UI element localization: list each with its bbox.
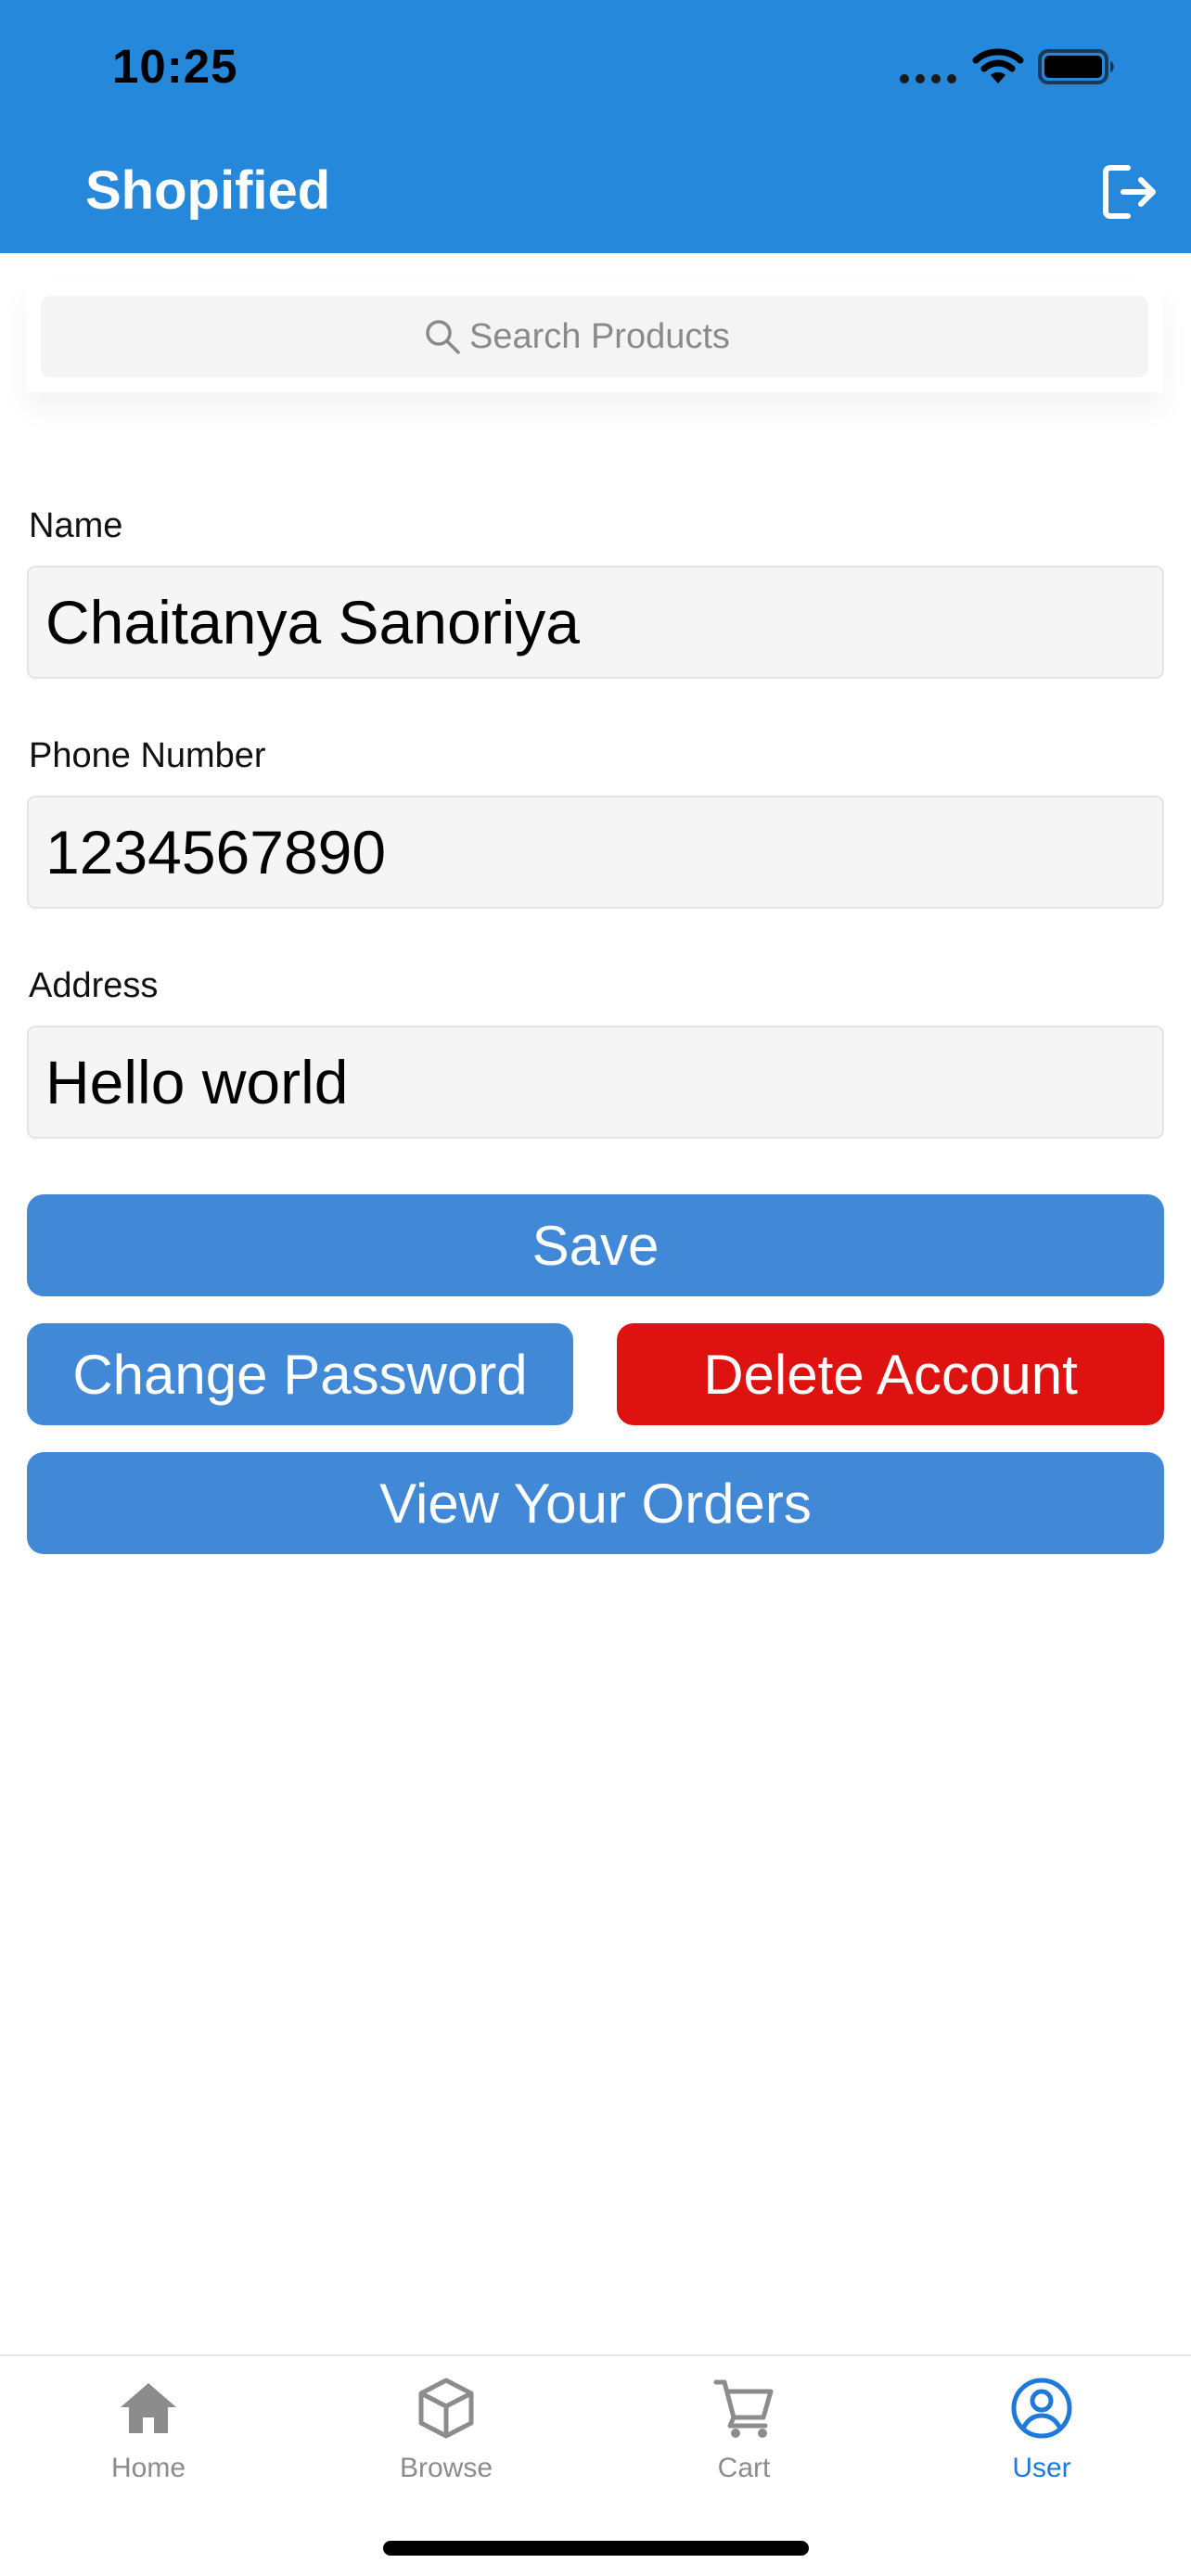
tab-user[interactable]: User [930, 2375, 1153, 2514]
name-label: Name [29, 506, 123, 545]
view-orders-button[interactable]: View Your Orders [27, 1452, 1164, 1554]
logout-icon[interactable] [1098, 161, 1159, 223]
change-password-button[interactable]: Change Password [27, 1323, 573, 1425]
tab-home-label: Home [110, 2453, 186, 2483]
delete-account-button[interactable]: Delete Account [617, 1323, 1164, 1425]
tab-home[interactable]: Home [37, 2375, 260, 2514]
app-screen: 10:25 Shopified Nam [0, 0, 1191, 2576]
search-input[interactable] [469, 316, 766, 357]
name-field[interactable] [45, 587, 1162, 657]
tab-browse[interactable]: Browse [335, 2375, 557, 2514]
cart-icon [713, 2379, 774, 2438]
cube-icon [418, 2378, 474, 2439]
user-icon [1011, 2378, 1072, 2439]
address-label: Address [29, 966, 159, 1005]
signal-dots-icon [900, 74, 956, 83]
app-header: 10:25 Shopified [0, 0, 1191, 253]
tab-browse-label: Browse [399, 2453, 493, 2483]
home-indicator[interactable] [383, 2541, 809, 2556]
wifi-icon [972, 48, 1024, 83]
search-icon [426, 320, 460, 354]
address-field-box[interactable] [27, 1026, 1164, 1139]
home-icon [121, 2383, 176, 2433]
phone-label: Phone Number [29, 736, 266, 775]
search-container [26, 281, 1163, 392]
tab-user-label: User [1012, 2453, 1071, 2483]
battery-icon [1038, 49, 1114, 84]
save-button[interactable]: Save [27, 1194, 1164, 1296]
address-field[interactable] [45, 1047, 1162, 1117]
name-field-box[interactable] [27, 566, 1164, 679]
tab-cart-label: Cart [717, 2453, 771, 2483]
search-bar[interactable] [41, 296, 1148, 377]
status-time: 10:25 [112, 40, 238, 93]
phone-field-box[interactable] [27, 796, 1164, 909]
phone-field[interactable] [45, 817, 1162, 887]
app-title: Shopified [85, 160, 331, 221]
tab-cart[interactable]: Cart [633, 2375, 855, 2514]
